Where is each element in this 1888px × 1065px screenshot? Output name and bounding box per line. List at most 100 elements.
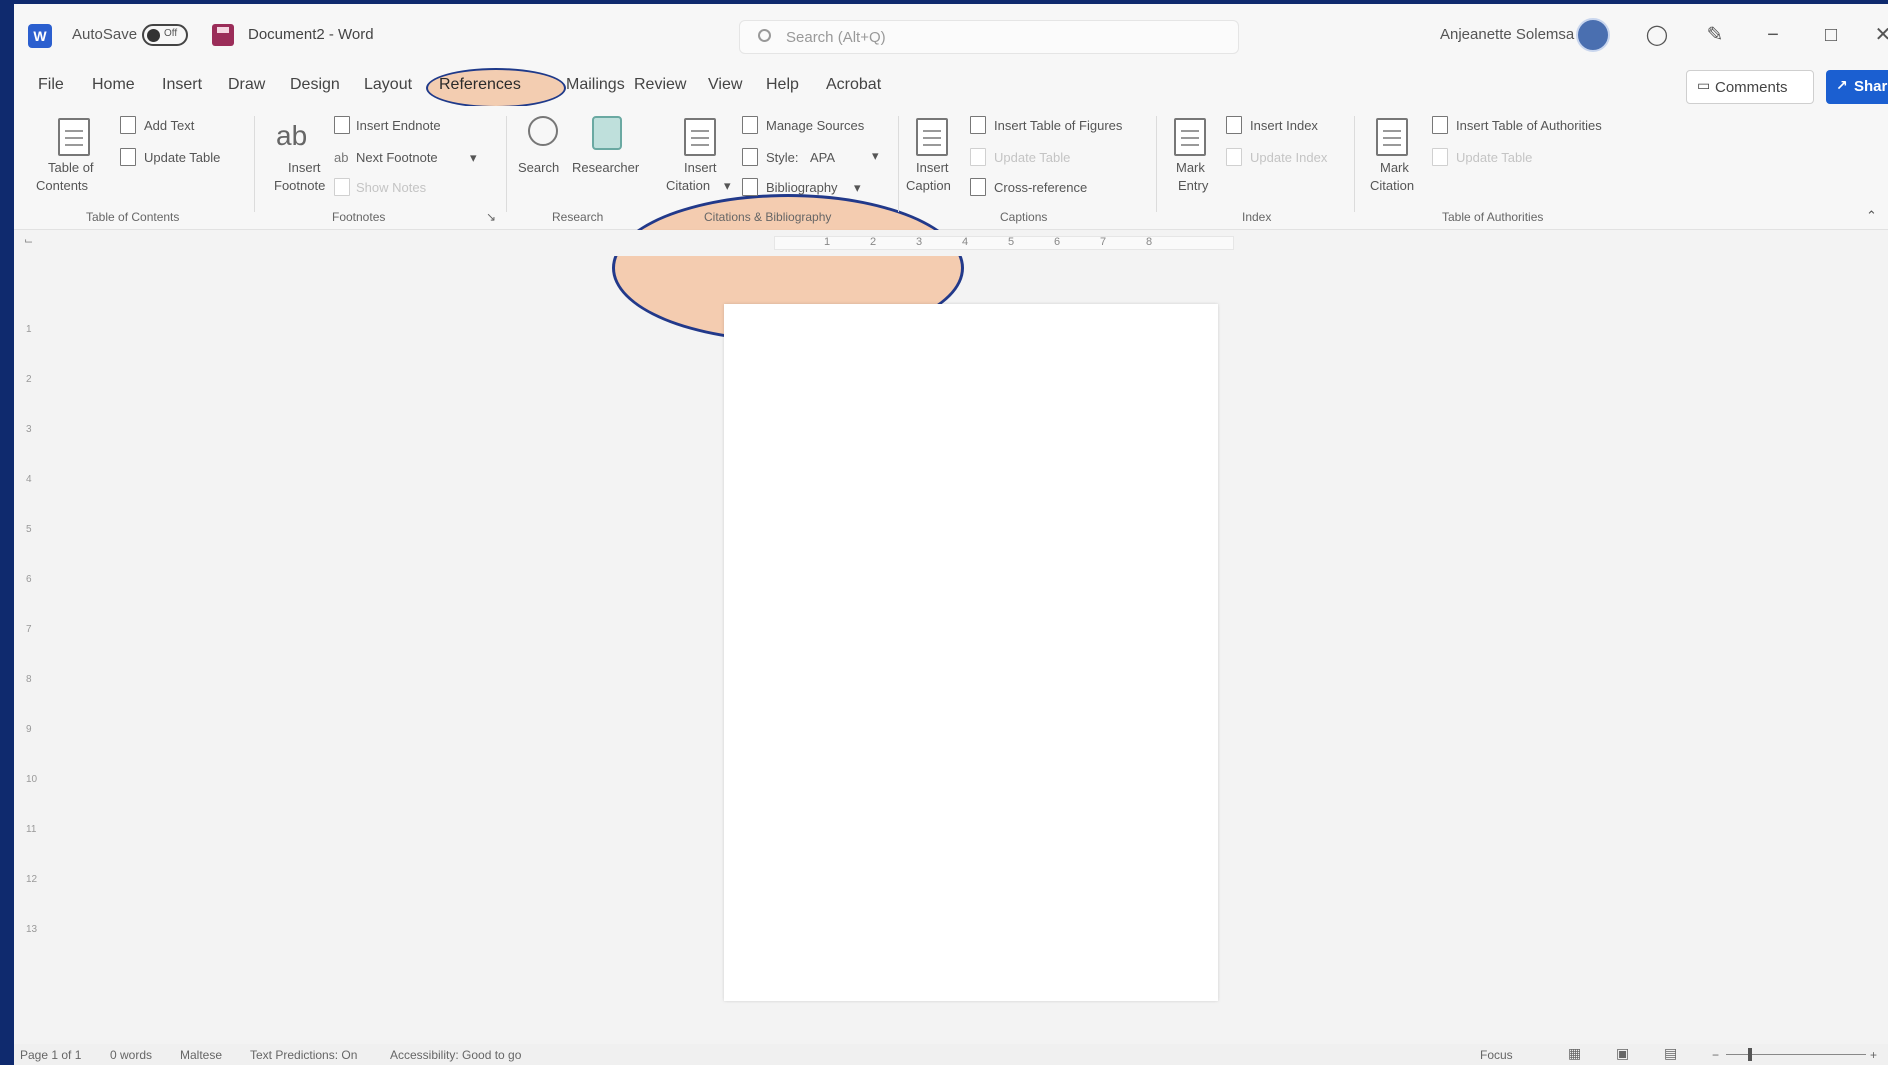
style-dropdown-icon[interactable]: ▾ [872,148,879,164]
footnotes-group-label: Footnotes [332,210,386,224]
avatar[interactable] [1576,18,1610,52]
mark-citation-icon[interactable] [1376,118,1408,156]
tab-review[interactable]: Review [634,76,686,94]
citations-group-label: Citations & Bibliography [704,210,832,224]
insert-citation-label-2[interactable]: Citation [666,178,710,193]
web-layout-icon[interactable]: ▤ [1664,1045,1677,1062]
share-button[interactable]: Share [1826,70,1888,104]
next-footnote-icon: ab [334,150,349,165]
tab-view[interactable]: View [708,76,742,94]
tab-references[interactable]: References [439,76,521,94]
minimize-button[interactable]: − [1760,22,1786,48]
ruler-mark: 10 [26,774,38,785]
word-count[interactable]: 0 words [110,1048,152,1062]
style-select[interactable]: APA [810,150,835,165]
insert-footnote-icon[interactable]: ab [276,120,307,152]
tab-layout[interactable]: Layout [364,76,412,94]
insert-caption-label[interactable]: Insert [916,160,949,175]
accessibility-checker[interactable]: Accessibility: Good to go [390,1048,521,1062]
print-layout-icon[interactable]: ▣ [1616,1045,1629,1062]
toc-button-label-2[interactable]: Contents [36,178,88,193]
search-placeholder: Search (Alt+Q) [786,29,886,46]
word-window: W AutoSave Off Document2 - Word Search (… [14,4,1888,1065]
tab-mailings[interactable]: Mailings [566,76,625,94]
cross-reference-icon [970,178,986,196]
zoom-slider-thumb[interactable] [1748,1048,1752,1061]
tab-help[interactable]: Help [766,76,799,94]
toc-button-label[interactable]: Table of [48,160,94,175]
search-box[interactable]: Search (Alt+Q) [739,20,1239,54]
insert-footnote-label[interactable]: Insert [288,160,321,175]
update-table-button[interactable]: Update Table [144,150,220,165]
insert-caption-icon[interactable] [916,118,948,156]
next-footnote-dropdown-icon[interactable]: ▾ [470,150,477,166]
language-indicator[interactable]: Maltese [180,1048,222,1062]
search-button-label[interactable]: Search [518,160,559,175]
insert-citation-label[interactable]: Insert [684,160,717,175]
toggle-knob-icon [147,29,160,42]
tab-design[interactable]: Design [290,76,340,94]
add-text-button[interactable]: Add Text [144,118,194,133]
bibliography-dropdown-icon[interactable]: ▾ [854,180,861,196]
bibliography-icon [742,178,758,196]
researcher-icon[interactable] [592,116,622,150]
cross-reference-button[interactable]: Cross-reference [994,180,1087,195]
mark-entry-icon[interactable] [1174,118,1206,156]
autosave-state: Off [164,28,178,39]
update-index-icon [1226,148,1242,166]
mark-citation-label[interactable]: Mark [1380,160,1409,175]
tab-acrobat[interactable]: Acrobat [826,76,881,94]
search-icon[interactable] [528,116,558,146]
ruler-bar[interactable] [774,236,1234,250]
pen-icon[interactable]: ✎ [1702,22,1728,48]
insert-table-of-figures-button[interactable]: Insert Table of Figures [994,118,1122,133]
tab-file[interactable]: File [38,76,64,94]
bibliography-button[interactable]: Bibliography [766,180,838,195]
insert-citation-icon[interactable] [684,118,716,156]
mark-entry-label-2[interactable]: Entry [1178,178,1208,193]
tab-selector-icon[interactable]: ⌙ [24,234,33,247]
insert-citation-dropdown-icon[interactable]: ▾ [724,178,731,194]
tab-home[interactable]: Home [92,76,135,94]
insert-table-of-authorities-button[interactable]: Insert Table of Authorities [1456,118,1602,133]
read-mode-icon[interactable]: ▦ [1568,1045,1581,1062]
zoom-slider[interactable] [1726,1054,1866,1055]
zoom-out-icon[interactable]: − [1712,1048,1719,1062]
zoom-in-icon[interactable]: + [1870,1048,1877,1062]
restore-button[interactable]: □ [1818,22,1844,48]
status-bar: Page 1 of 1 0 words Maltese Text Predict… [14,1044,1888,1065]
user-name[interactable]: Anjeanette Solemsa [1440,26,1574,43]
footnotes-dialog-launcher-icon[interactable]: ↘ [486,210,496,224]
manage-sources-icon [742,116,758,134]
collapse-ribbon-icon[interactable]: ⌃ [1866,208,1877,224]
researcher-button-label[interactable]: Researcher [572,160,639,175]
vertical-ruler: 1 2 3 4 5 6 7 8 9 10 11 12 13 [22,304,40,954]
text-predictions-indicator[interactable]: Text Predictions: On [250,1048,357,1062]
mark-entry-label[interactable]: Mark [1176,160,1205,175]
lightbulb-icon[interactable]: ◯ [1644,22,1670,48]
autosave-label: AutoSave [72,26,138,43]
insert-caption-label-2[interactable]: Caption [906,178,951,193]
focus-mode-button[interactable]: Focus [1480,1048,1513,1062]
manage-sources-button[interactable]: Manage Sources [766,118,864,133]
ruler-mark: 9 [26,724,32,735]
update-table-captions-button: Update Table [994,150,1071,165]
mark-citation-label-2[interactable]: Citation [1370,178,1414,193]
save-icon[interactable] [212,24,234,46]
tab-draw[interactable]: Draw [228,76,265,94]
divider [1156,116,1157,212]
next-footnote-button[interactable]: Next Footnote [356,150,438,165]
document-page[interactable] [724,304,1218,1001]
insert-endnote-button[interactable]: Insert Endnote [356,118,441,133]
table-of-contents-icon[interactable] [58,118,90,156]
insert-index-button[interactable]: Insert Index [1250,118,1318,133]
page-count[interactable]: Page 1 of 1 [20,1048,81,1062]
comments-button[interactable]: Comments [1686,70,1814,104]
autosave-toggle[interactable]: Off [142,24,188,46]
tab-insert[interactable]: Insert [162,76,202,94]
insert-endnote-icon [334,116,350,134]
close-button[interactable]: ✕ [1870,22,1888,48]
update-table-authorities-icon [1432,148,1448,166]
ruler-mark: 8 [1146,236,1153,248]
insert-footnote-label-2[interactable]: Footnote [274,178,325,193]
